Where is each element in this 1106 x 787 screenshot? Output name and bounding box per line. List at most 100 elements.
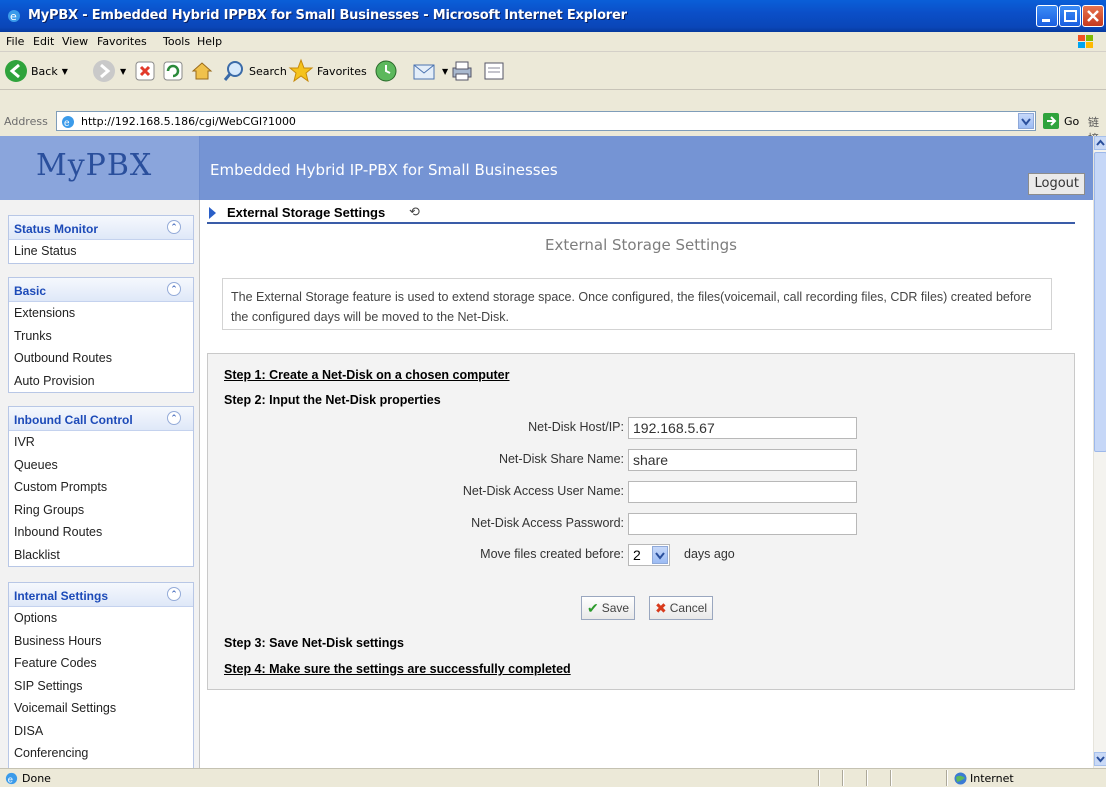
window-title: MyPBX - Embedded Hybrid IPPBX for Small … xyxy=(28,8,627,23)
mypbx-logo: MyPBX xyxy=(36,148,153,183)
chevron-down-icon[interactable] xyxy=(652,546,668,564)
sidebar-item-trunks[interactable]: Trunks xyxy=(9,325,193,348)
sidebar-item-voicemail-settings[interactable]: Voicemail Settings xyxy=(9,697,193,720)
menu-tools[interactable]: Tools xyxy=(163,35,190,48)
step-4-link[interactable]: Step 4: Make sure the settings are succe… xyxy=(224,662,571,676)
host-input[interactable]: 192.168.5.67 xyxy=(628,417,857,439)
refresh-page-icon[interactable]: ⟲ xyxy=(409,204,420,220)
sidebar-section-inbound-call-control: Inbound Call Control ⌃ IVR Queues Custom… xyxy=(8,406,194,567)
ie-icon: e xyxy=(8,10,20,23)
sidebar-section-basic: Basic ⌃ Extensions Trunks Outbound Route… xyxy=(8,277,194,393)
cancel-x-icon: ✖ xyxy=(655,599,667,616)
stop-icon xyxy=(135,61,155,81)
scroll-down-icon[interactable] xyxy=(1094,752,1106,766)
password-input[interactable] xyxy=(628,513,857,535)
menu-file[interactable]: File xyxy=(6,35,24,48)
save-button[interactable]: ✔ Save xyxy=(581,596,636,620)
go-button[interactable]: Go xyxy=(1042,111,1088,131)
page-viewport: MyPBX Embedded Hybrid IP-PBX for Small B… xyxy=(0,136,1093,768)
browser-toolbar: Back ▼ ▼ Search Favorites ▼ xyxy=(0,52,1106,90)
menu-edit[interactable]: Edit xyxy=(33,35,54,48)
menu-favorites[interactable]: Favorites xyxy=(97,35,147,48)
print-icon xyxy=(452,61,472,81)
share-row: Net-Disk Share Name: share xyxy=(208,449,1076,471)
sidebar-item-ivr[interactable]: IVR xyxy=(9,431,193,454)
sidebar-item-extensions[interactable]: Extensions xyxy=(9,302,193,325)
step-1-link[interactable]: Step 1: Create a Net-Disk on a chosen co… xyxy=(224,368,510,382)
logo-area: MyPBX xyxy=(0,136,200,200)
user-row: Net-Disk Access User Name: xyxy=(208,481,1076,503)
home-button[interactable] xyxy=(190,57,214,85)
home-icon xyxy=(191,62,213,80)
window-title-bar: e MyPBX - Embedded Hybrid IPPBX for Smal… xyxy=(0,0,1106,32)
header-title: Embedded Hybrid IP-PBX for Small Busines… xyxy=(210,161,558,179)
address-url: http://192.168.5.186/cgi/WebCGI?1000 xyxy=(81,115,296,128)
sidebar-item-blacklist[interactable]: Blacklist xyxy=(9,544,193,567)
status-divider xyxy=(842,770,844,786)
scroll-up-icon[interactable] xyxy=(1094,136,1106,150)
status-bar: e Done Internet xyxy=(0,768,1106,787)
sidebar-item-feature-codes[interactable]: Feature Codes xyxy=(9,652,193,675)
address-dropdown-icon[interactable] xyxy=(1018,113,1034,129)
history-button[interactable] xyxy=(374,57,398,85)
stop-button[interactable] xyxy=(134,57,156,85)
form-actions: ✔ Save ✖ Cancel xyxy=(581,596,781,620)
svg-text:e: e xyxy=(8,774,13,784)
internet-globe-icon xyxy=(954,772,967,785)
sidebar-item-custom-prompts[interactable]: Custom Prompts xyxy=(9,476,193,499)
move-label: Move files created before: xyxy=(480,547,624,561)
svg-text:e: e xyxy=(64,118,70,129)
favorites-button[interactable]: Favorites xyxy=(288,57,367,85)
collapse-icon[interactable]: ⌃ xyxy=(167,587,181,601)
edit-button[interactable] xyxy=(482,57,506,85)
go-arrow-icon xyxy=(1043,113,1059,129)
section-header[interactable]: Status Monitor ⌃ xyxy=(9,216,193,240)
cancel-button[interactable]: ✖ Cancel xyxy=(649,596,714,620)
address-field[interactable]: e http://192.168.5.186/cgi/WebCGI?1000 xyxy=(56,111,1036,131)
close-button[interactable] xyxy=(1082,5,1104,27)
share-label: Net-Disk Share Name: xyxy=(498,452,624,466)
user-input[interactable] xyxy=(628,481,857,503)
sidebar-item-line-status[interactable]: Line Status xyxy=(9,240,193,263)
maximize-button[interactable] xyxy=(1059,5,1081,27)
collapse-icon[interactable]: ⌃ xyxy=(167,282,181,296)
refresh-button[interactable] xyxy=(162,57,184,85)
sidebar-item-outbound-routes[interactable]: Outbound Routes xyxy=(9,347,193,370)
step-3-heading: Step 3: Save Net-Disk settings xyxy=(224,636,404,650)
section-header[interactable]: Internal Settings ⌃ xyxy=(9,583,193,607)
collapse-icon[interactable]: ⌃ xyxy=(167,220,181,234)
sidebar-item-options[interactable]: Options xyxy=(9,607,193,630)
windows-flag-icon xyxy=(1078,35,1093,48)
mail-button[interactable]: ▼ xyxy=(412,57,448,85)
sidebar-item-conferencing[interactable]: Conferencing xyxy=(9,742,193,765)
minimize-button[interactable] xyxy=(1036,5,1058,27)
vertical-scrollbar[interactable] xyxy=(1093,136,1106,768)
logout-button[interactable]: Logout xyxy=(1028,173,1085,195)
sidebar-item-auto-provision[interactable]: Auto Provision xyxy=(9,370,193,393)
password-row: Net-Disk Access Password: xyxy=(208,513,1076,535)
page-icon: e xyxy=(62,116,74,129)
menu-bar: File Edit View Favorites Tools Help xyxy=(0,32,1106,52)
sidebar-item-queues[interactable]: Queues xyxy=(9,454,193,477)
sidebar-item-disa[interactable]: DISA xyxy=(9,720,193,743)
sidebar-item-sip-settings[interactable]: SIP Settings xyxy=(9,675,193,698)
section-header[interactable]: Inbound Call Control ⌃ xyxy=(9,407,193,431)
section-header[interactable]: Basic ⌃ xyxy=(9,278,193,302)
search-button[interactable]: Search xyxy=(222,57,287,85)
scroll-thumb[interactable] xyxy=(1094,152,1106,452)
back-button[interactable]: Back ▼ xyxy=(4,57,68,85)
collapse-icon[interactable]: ⌃ xyxy=(167,411,181,425)
status-divider xyxy=(890,770,892,786)
menu-view[interactable]: View xyxy=(62,35,88,48)
forward-button[interactable]: ▼ xyxy=(92,57,126,85)
history-icon xyxy=(375,60,397,82)
host-row: Net-Disk Host/IP: 192.168.5.67 xyxy=(208,417,1076,439)
sidebar-item-ring-groups[interactable]: Ring Groups xyxy=(9,499,193,522)
menu-help[interactable]: Help xyxy=(197,35,222,48)
edit-page-icon xyxy=(484,62,504,80)
days-select[interactable]: 2 xyxy=(628,544,670,566)
sidebar-item-inbound-routes[interactable]: Inbound Routes xyxy=(9,521,193,544)
share-input[interactable]: share xyxy=(628,449,857,471)
sidebar-item-business-hours[interactable]: Business Hours xyxy=(9,630,193,653)
print-button[interactable] xyxy=(450,57,474,85)
